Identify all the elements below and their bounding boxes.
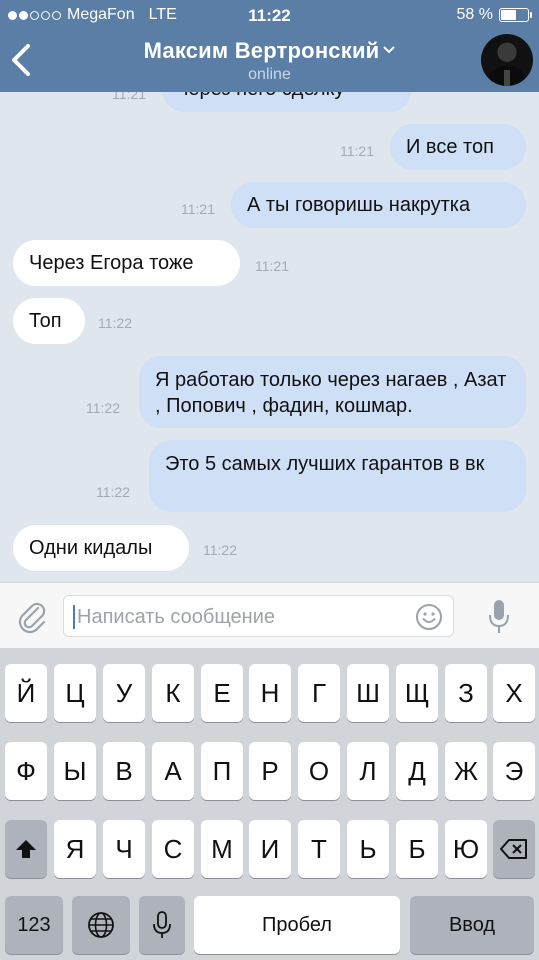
key-В[interactable]: В	[103, 742, 145, 800]
message-text: И все топ	[406, 136, 494, 158]
message-text: А ты говоришь накрутка	[247, 194, 471, 216]
key-М[interactable]: М	[201, 820, 243, 878]
key-Р[interactable]: Р	[249, 742, 291, 800]
key-К[interactable]: К	[152, 664, 194, 722]
key-Т[interactable]: Т	[298, 820, 340, 878]
message-bubble-outgoing[interactable]: И все топ	[390, 124, 526, 170]
key-О[interactable]: О	[298, 742, 340, 800]
message-input-placeholder: Написать сообщение	[77, 606, 276, 628]
key-Д[interactable]: Д	[396, 742, 438, 800]
message-time: 11:22	[86, 400, 120, 416]
key-У[interactable]: У	[103, 664, 145, 722]
message-time: 11:22	[203, 542, 237, 558]
key-Ь[interactable]: Ь	[347, 820, 389, 878]
attach-button[interactable]	[14, 599, 50, 635]
message-text: Через Егора тоже	[29, 252, 194, 274]
message-bubble-outgoing[interactable]: Это 5 самых лучших гарантов в вк	[149, 440, 526, 512]
text-caret	[73, 605, 75, 629]
globe-icon	[88, 912, 114, 938]
key-И[interactable]: И	[249, 820, 291, 878]
chevron-left-icon	[12, 44, 30, 76]
microphone-icon	[153, 911, 171, 938]
battery-percent: 58 %	[456, 6, 493, 23]
key-А[interactable]: А	[152, 742, 194, 800]
key-Й[interactable]: Й	[5, 664, 47, 722]
key-Ф[interactable]: Ф	[5, 742, 47, 800]
key-Я[interactable]: Я	[54, 820, 96, 878]
numbers-key[interactable]: 123	[5, 896, 63, 954]
key-Ю[interactable]: Ю	[445, 820, 487, 878]
key-З[interactable]: З	[445, 664, 487, 722]
message-time: 11:21	[255, 258, 289, 274]
voice-message-button[interactable]	[484, 597, 514, 637]
message-text: Топ	[29, 310, 62, 332]
message-text: Это 5 самых лучших гарантов в вк	[165, 453, 485, 475]
microphone-icon	[489, 600, 509, 633]
key-С[interactable]: С	[152, 820, 194, 878]
key-Ц[interactable]: Ц	[54, 664, 96, 722]
chevron-down-icon	[383, 41, 396, 57]
key-Н[interactable]: Н	[249, 664, 291, 722]
message-bubble-incoming[interactable]: Топ	[13, 298, 85, 344]
chat-header: MegaFon LTE 11:22 58 % Максим Вертронски…	[0, 0, 539, 92]
message-text: Я работаю только через нагаев , Азат , П…	[155, 369, 507, 417]
smiley-icon	[416, 604, 442, 630]
return-key[interactable]: Ввод	[410, 896, 534, 954]
shift-icon	[16, 840, 36, 858]
message-bubble-incoming[interactable]: Через Егора тоже	[13, 240, 240, 286]
message-bubble-outgoing[interactable]: А ты говоришь накрутка	[231, 182, 526, 228]
composer-bar: Написать сообщение	[0, 582, 539, 648]
key-Л[interactable]: Л	[347, 742, 389, 800]
message-bubble-incoming[interactable]: Одни кидалы	[13, 525, 189, 571]
delete-key[interactable]	[493, 820, 535, 878]
key-Ы[interactable]: Ы	[54, 742, 96, 800]
message-text: через него сделку	[178, 92, 345, 100]
key-Щ[interactable]: Щ	[396, 664, 438, 722]
message-bubble-outgoing[interactable]: через него сделку	[162, 92, 412, 112]
globe-key[interactable]	[72, 896, 130, 954]
message-bubble-outgoing[interactable]: Я работаю только через нагаев , Азат , П…	[139, 356, 526, 428]
message-text: Одни кидалы	[29, 537, 153, 559]
message-time: 11:21	[181, 201, 215, 217]
battery-icon	[499, 8, 532, 22]
key-Е[interactable]: Е	[201, 664, 243, 722]
key-Х[interactable]: Х	[493, 664, 535, 722]
status-bar: MegaFon LTE 11:22 58 %	[0, 4, 539, 26]
status-right: 58 %	[456, 6, 532, 24]
message-time: 11:21	[340, 143, 374, 159]
emoji-button[interactable]	[415, 603, 443, 631]
chat-title[interactable]: Максим Вертронский	[90, 38, 449, 64]
back-button[interactable]	[6, 40, 40, 80]
message-time: 11:22	[98, 315, 132, 331]
message-time: 11:22	[96, 484, 130, 500]
avatar-tie	[504, 70, 510, 86]
message-time: 11:21	[112, 92, 146, 102]
shift-key[interactable]	[5, 820, 47, 878]
key-Э[interactable]: Э	[493, 742, 535, 800]
space-key[interactable]: Пробел	[194, 896, 400, 954]
key-Ж[interactable]: Ж	[445, 742, 487, 800]
keyboard: Й Ц У К Е Н Г Ш Щ З Х Ф Ы В А П Р О Л Д …	[0, 648, 539, 960]
paperclip-icon	[18, 602, 46, 634]
dictation-key[interactable]	[139, 896, 185, 954]
avatar[interactable]	[481, 34, 533, 86]
message-list[interactable]: через него сделку 11:21 И все топ 11:21 …	[0, 92, 539, 582]
message-input[interactable]: Написать сообщение	[63, 595, 454, 637]
contact-name: Максим Вертронский	[143, 38, 380, 63]
key-Г[interactable]: Г	[298, 664, 340, 722]
contact-status: online	[248, 66, 291, 83]
key-Ч[interactable]: Ч	[103, 820, 145, 878]
backspace-icon	[500, 839, 527, 859]
key-П[interactable]: П	[201, 742, 243, 800]
key-Ш[interactable]: Ш	[347, 664, 389, 722]
key-Б[interactable]: Б	[396, 820, 438, 878]
